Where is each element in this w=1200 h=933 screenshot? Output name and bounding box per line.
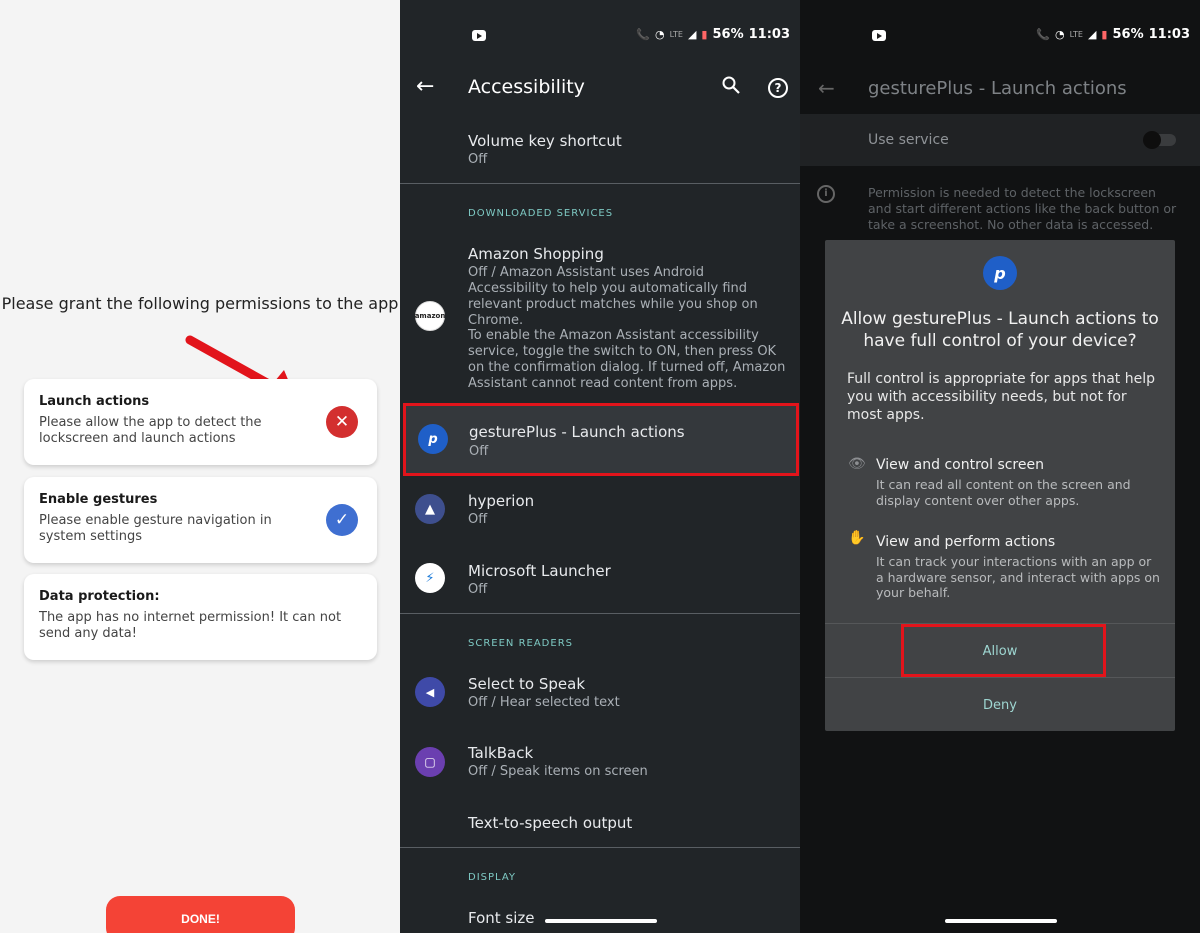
- item-sub: Off: [468, 152, 488, 167]
- gestureplus-logo-icon: p: [983, 256, 1017, 290]
- perm-view-perform-title: View and perform actions: [876, 534, 1056, 550]
- perm-view-perform-desc: It can track your interactions with an a…: [876, 554, 1160, 600]
- help-icon[interactable]: ?: [768, 78, 788, 98]
- call-lte-icon: 📞: [636, 28, 651, 41]
- card-title: Enable gestures: [39, 492, 158, 507]
- back-arrow-icon[interactable]: ←: [416, 74, 434, 99]
- permissions-heading: Please grant the following permissions t…: [1, 294, 399, 313]
- done-button[interactable]: DONE!: [106, 896, 295, 933]
- battery-icon: ▮: [1101, 28, 1108, 41]
- status-indicators: 📞 ◔ LTE ◢ ▮ 56% 11:03: [636, 27, 790, 42]
- app-bar: ← Accessibility ?: [400, 72, 800, 112]
- item-title[interactable]: gesturePlus - Launch actions: [469, 423, 685, 441]
- item-sub: Off: [468, 512, 488, 527]
- denied-x-icon[interactable]: ✕: [326, 406, 358, 438]
- card-title: Data protection:: [39, 589, 160, 604]
- gesture-nav-handle[interactable]: [545, 919, 657, 923]
- use-service-row[interactable]: Use service: [800, 114, 1200, 166]
- item-title: Microsoft Launcher: [468, 562, 611, 580]
- item-title: Text-to-speech output: [468, 814, 633, 832]
- speaker-icon: ◀: [415, 677, 445, 707]
- item-title: Select to Speak: [468, 675, 586, 693]
- item-sub: Off / Amazon Assistant uses Android Acce…: [468, 265, 758, 328]
- item-sub: Off / Speak items on screen: [468, 764, 648, 779]
- clock: 11:03: [1148, 27, 1190, 42]
- gestureplus-app-icon: p: [418, 424, 448, 454]
- item-sub: Off / Hear selected text: [468, 695, 620, 710]
- section-header-display: DISPLAY: [468, 872, 517, 883]
- granted-check-icon[interactable]: ✓: [326, 504, 358, 536]
- divider: [825, 677, 1175, 678]
- status-indicators: 📞 ◔ LTE ◢ ▮ 56% 11:03: [1036, 27, 1190, 42]
- item-title: Amazon Shopping: [468, 245, 604, 263]
- talkback-message-icon: ▢: [415, 747, 445, 777]
- dialog-title: Allow gesturePlus - Launch actions to ha…: [841, 309, 1159, 351]
- signal-icon: ◢: [687, 28, 697, 41]
- card-text: Please enable gesture navigation in syst…: [39, 513, 272, 544]
- info-icon: i: [817, 185, 835, 203]
- item-title: hyperion: [468, 492, 535, 510]
- use-service-label: Use service: [868, 132, 949, 148]
- permission-description: Permission is needed to detect the locks…: [868, 185, 1177, 232]
- hyperion-rocket-icon: ▲: [415, 494, 445, 524]
- wifi-icon: ◔: [655, 28, 665, 41]
- item-sub: Off: [469, 444, 489, 459]
- item-sub: Off: [468, 582, 488, 597]
- allow-highlight-box: [901, 624, 1106, 677]
- battery-icon: ▮: [701, 28, 708, 41]
- eye-icon: 👁: [848, 456, 866, 472]
- deny-button[interactable]: Deny: [825, 698, 1175, 713]
- battery-percent: 56%: [1112, 27, 1144, 42]
- item-sub-details: To enable the Amazon Assistant accessibi…: [468, 328, 786, 391]
- divider: [400, 613, 800, 614]
- card-text: Please allow the app to detect the locks…: [39, 415, 262, 446]
- dialog-body: Full control is appropriate for apps tha…: [847, 371, 1155, 423]
- card-text: The app has no internet permission! It c…: [39, 610, 342, 641]
- status-bar: 📞 ◔ LTE ◢ ▮ 56% 11:03: [800, 0, 1200, 72]
- permission-card-enable-gestures[interactable]: Enable gestures Please enable gesture na…: [24, 477, 377, 563]
- divider: [400, 847, 800, 848]
- permission-card-data-protection: Data protection: The app has no internet…: [24, 574, 377, 660]
- lte-label: LTE: [669, 30, 683, 39]
- clock: 11:03: [748, 27, 790, 42]
- battery-percent: 56%: [712, 27, 744, 42]
- youtube-notification-icon: [872, 30, 886, 41]
- back-arrow-icon[interactable]: ←: [818, 76, 835, 100]
- wifi-icon: ◔: [1055, 28, 1065, 41]
- perm-view-control-desc: It can read all content on the screen an…: [876, 477, 1131, 508]
- card-title: Launch actions: [39, 394, 150, 409]
- item-title: TalkBack: [468, 744, 534, 762]
- microsoft-launcher-icon: ⚡: [415, 563, 445, 593]
- page-title: Accessibility: [468, 76, 585, 98]
- youtube-notification-icon: [472, 30, 486, 41]
- hand-icon: ✋: [848, 530, 866, 546]
- permissions-panel: Please grant the following permissions t…: [0, 0, 400, 933]
- status-bar: 📞 ◔ LTE ◢ ▮ 56% 11:03: [400, 0, 800, 72]
- search-icon[interactable]: [722, 76, 740, 94]
- signal-icon: ◢: [1087, 28, 1097, 41]
- perm-view-control-title: View and control screen: [876, 457, 1044, 473]
- permission-card-launch-actions[interactable]: Launch actions Please allow the app to d…: [24, 379, 377, 465]
- item-title: Volume key shortcut: [468, 132, 622, 150]
- divider: [400, 183, 800, 184]
- section-header-downloaded: DOWNLOADED SERVICES: [468, 208, 614, 219]
- item-title: Font size: [468, 909, 535, 927]
- gestureplus-highlight-box: p gesturePlus - Launch actions Off: [403, 403, 799, 476]
- call-lte-icon: 📞: [1036, 28, 1051, 41]
- amazon-app-icon: amazon: [415, 301, 445, 331]
- gesture-nav-handle[interactable]: [945, 919, 1057, 923]
- page-title: gesturePlus - Launch actions: [868, 78, 1127, 99]
- lte-label: LTE: [1069, 30, 1083, 39]
- use-service-toggle-knob[interactable]: [1143, 131, 1161, 149]
- section-header-screen-readers: SCREEN READERS: [468, 638, 573, 649]
